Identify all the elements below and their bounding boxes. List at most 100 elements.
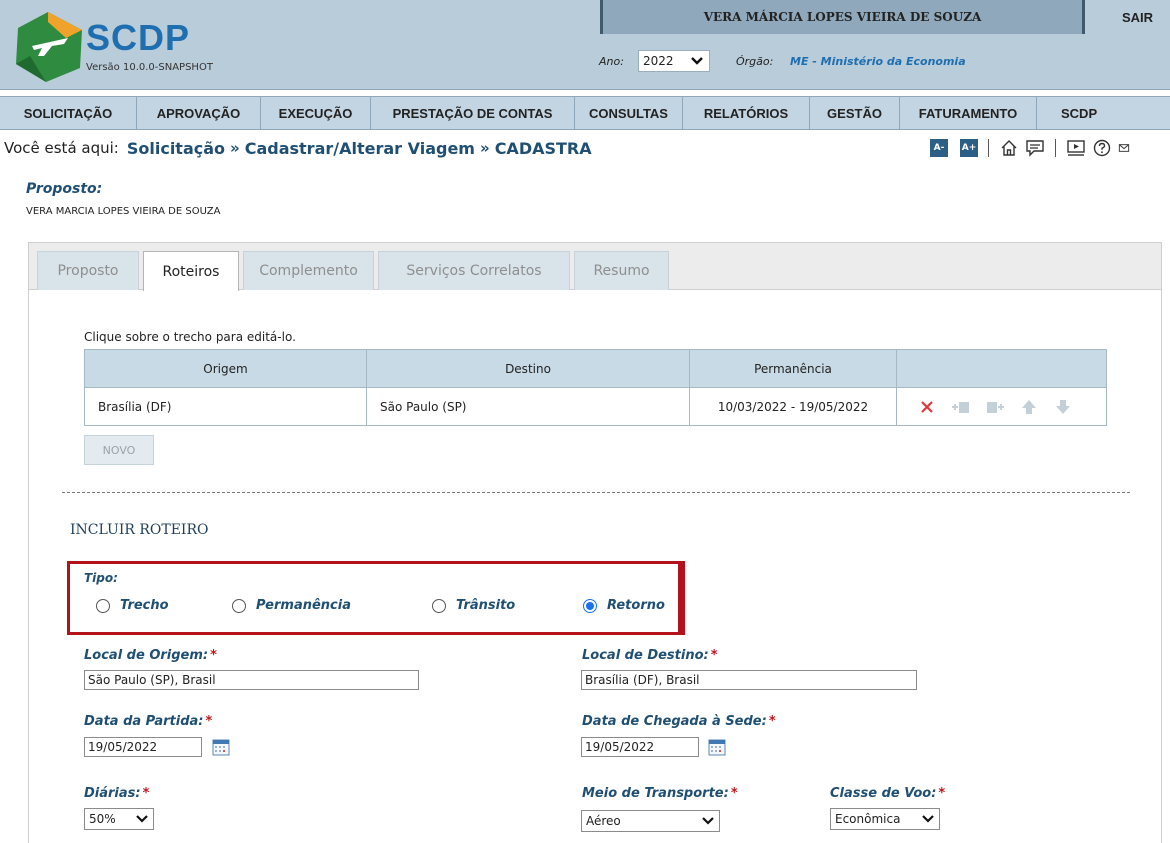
radio-circle-selected[interactable] <box>583 598 597 613</box>
tab-proposto[interactable]: Proposto <box>37 251 139 290</box>
diarias-label: Diárias: * <box>84 786 150 801</box>
required-mark: * <box>768 714 776 729</box>
partida-date-input[interactable] <box>84 737 202 757</box>
chevron-double-right-icon: » <box>479 139 490 157</box>
menu-gestao[interactable]: GESTÃO <box>810 97 900 129</box>
destino-label: Local de Destino: * <box>582 648 718 663</box>
tab-resumo[interactable]: Resumo <box>574 251 669 290</box>
menu-solicitacao[interactable]: SOLICITAÇÃO <box>0 97 137 129</box>
font-decrease-button[interactable]: A- <box>930 139 948 157</box>
required-mark: * <box>205 714 213 729</box>
chegada-date-input[interactable] <box>581 737 699 757</box>
menu-prestacao-de-contas[interactable]: PRESTAÇÃO DE CONTAS <box>371 97 575 129</box>
table-hint: Clique sobre o trecho para editá-lo. <box>84 330 296 344</box>
destino-input[interactable] <box>581 670 917 690</box>
breadcrumb-item-solicitacao[interactable]: Solicitação <box>127 139 225 158</box>
novo-button[interactable]: NOVO <box>84 435 154 465</box>
calendar-icon[interactable] <box>212 738 230 756</box>
transporte-label: Meio de Transporte: * <box>582 786 738 801</box>
table-row[interactable]: Brasília (DF) São Paulo (SP) 10/03/2022 … <box>84 387 1107 426</box>
classe-select[interactable]: Econômica <box>830 808 940 830</box>
app-version: Versão 10.0.0-SNAPSHOT <box>86 62 213 73</box>
user-bar: VERA MÁRCIA LOPES VIEIRA DE SOUZA <box>600 0 1085 34</box>
mail-icon[interactable] <box>1118 138 1130 158</box>
year-label: Ano: <box>599 55 624 68</box>
table-header-row: Origem Destino Permanência <box>84 349 1107 388</box>
home-icon[interactable] <box>999 138 1019 158</box>
chevron-down-icon <box>702 814 714 831</box>
arrow-up-icon[interactable] <box>1018 397 1040 417</box>
app-header: SCDP Versão 10.0.0-SNAPSHOT VERA MÁRCIA … <box>0 0 1170 90</box>
menu-consultas[interactable]: CONSULTAS <box>575 97 683 129</box>
menu-faturamento[interactable]: FATURAMENTO <box>900 97 1037 129</box>
scdp-logo <box>10 8 88 84</box>
arrow-down-icon[interactable] <box>1052 397 1074 417</box>
chat-icon[interactable] <box>1025 138 1045 158</box>
transporte-value: Aéreo <box>586 814 621 828</box>
tipo-label: Tipo: <box>84 571 118 585</box>
proposto-title: Proposto: <box>26 181 103 197</box>
chevron-down-icon <box>136 812 148 829</box>
radio-transito[interactable]: Trânsito <box>432 598 515 613</box>
required-mark: * <box>710 648 718 663</box>
origem-input[interactable] <box>84 670 419 690</box>
radio-label: Trecho <box>120 598 169 613</box>
chevron-down-icon <box>922 812 934 829</box>
presentation-icon[interactable] <box>1066 138 1086 158</box>
delete-icon[interactable] <box>916 397 938 417</box>
section-title: INCLUIR ROTEIRO <box>70 522 209 538</box>
required-mark: * <box>730 786 738 801</box>
radio-circle[interactable] <box>432 598 446 613</box>
column-header-origem: Origem <box>84 349 367 388</box>
column-header-actions <box>896 349 1107 388</box>
tab-complemento[interactable]: Complemento <box>243 251 374 290</box>
toolbar-divider <box>1055 139 1056 157</box>
classe-label: Classe de Voo: * <box>830 786 946 801</box>
menu-aprovacao[interactable]: APROVAÇÃO <box>137 97 261 129</box>
font-increase-button[interactable]: A+ <box>960 139 978 157</box>
origem-label: Local de Origem: * <box>84 648 217 663</box>
org-label: Órgão: <box>736 55 774 68</box>
cell-destino[interactable]: São Paulo (SP) <box>366 387 690 426</box>
radio-trecho[interactable]: Trecho <box>96 598 169 613</box>
tab-servicos-correlatos[interactable]: Serviços Correlatos <box>378 251 570 290</box>
tab-strip: Proposto Roteiros Complemento Serviços C… <box>28 242 1162 291</box>
insert-after-icon[interactable] <box>984 397 1006 417</box>
year-select[interactable]: 2022 <box>638 50 710 72</box>
main-menu: SOLICITAÇÃO APROVAÇÃO EXECUÇÃO PRESTAÇÃO… <box>0 96 1170 130</box>
diarias-value: 50% <box>89 812 116 826</box>
cell-actions <box>896 387 1107 426</box>
breadcrumb: Você está aqui: Solicitação » Cadastrar/… <box>4 136 592 160</box>
radio-circle[interactable] <box>96 598 110 613</box>
chevron-double-right-icon: » <box>230 139 240 157</box>
toolbar: A- A+ <box>930 137 1130 159</box>
radio-permanencia[interactable]: Permanência <box>232 598 351 613</box>
proposto-name: VERA MARCIA LOPES VIEIRA DE SOUZA <box>26 206 221 217</box>
transporte-select[interactable]: Aéreo <box>581 810 720 832</box>
toolbar-divider <box>988 139 989 157</box>
breadcrumb-prefix: Você está aqui: <box>4 139 119 157</box>
radio-circle[interactable] <box>232 598 246 613</box>
route-table: Origem Destino Permanência Brasília (DF)… <box>84 349 1107 426</box>
required-mark: * <box>938 786 946 801</box>
tab-roteiros[interactable]: Roteiros <box>143 251 239 291</box>
menu-execucao[interactable]: EXECUÇÃO <box>261 97 371 129</box>
required-mark: * <box>210 648 217 663</box>
menu-scdp[interactable]: SCDP <box>1037 97 1170 129</box>
chegada-label: Data de Chegada à Sede: * <box>582 714 776 729</box>
cell-permanencia[interactable]: 10/03/2022 - 19/05/2022 <box>689 387 897 426</box>
radio-retorno[interactable]: Retorno <box>583 598 665 613</box>
org-value: ME - Ministério da Economia <box>790 55 966 68</box>
column-header-destino: Destino <box>366 349 690 388</box>
logout-link[interactable]: SAIR <box>1122 10 1153 25</box>
help-icon[interactable] <box>1092 138 1112 158</box>
breadcrumb-item-cadastrar[interactable]: Cadastrar/Alterar Viagem <box>245 139 475 158</box>
breadcrumb-item-current: CADASTRA <box>494 138 592 158</box>
diarias-select[interactable]: 50% <box>84 808 154 830</box>
radio-label: Trânsito <box>456 598 516 613</box>
cell-origem[interactable]: Brasília (DF) <box>84 387 367 426</box>
menu-relatorios[interactable]: RELATÓRIOS <box>683 97 810 129</box>
chevron-down-icon <box>691 52 703 73</box>
insert-before-icon[interactable] <box>950 397 972 417</box>
calendar-icon[interactable] <box>708 738 726 756</box>
